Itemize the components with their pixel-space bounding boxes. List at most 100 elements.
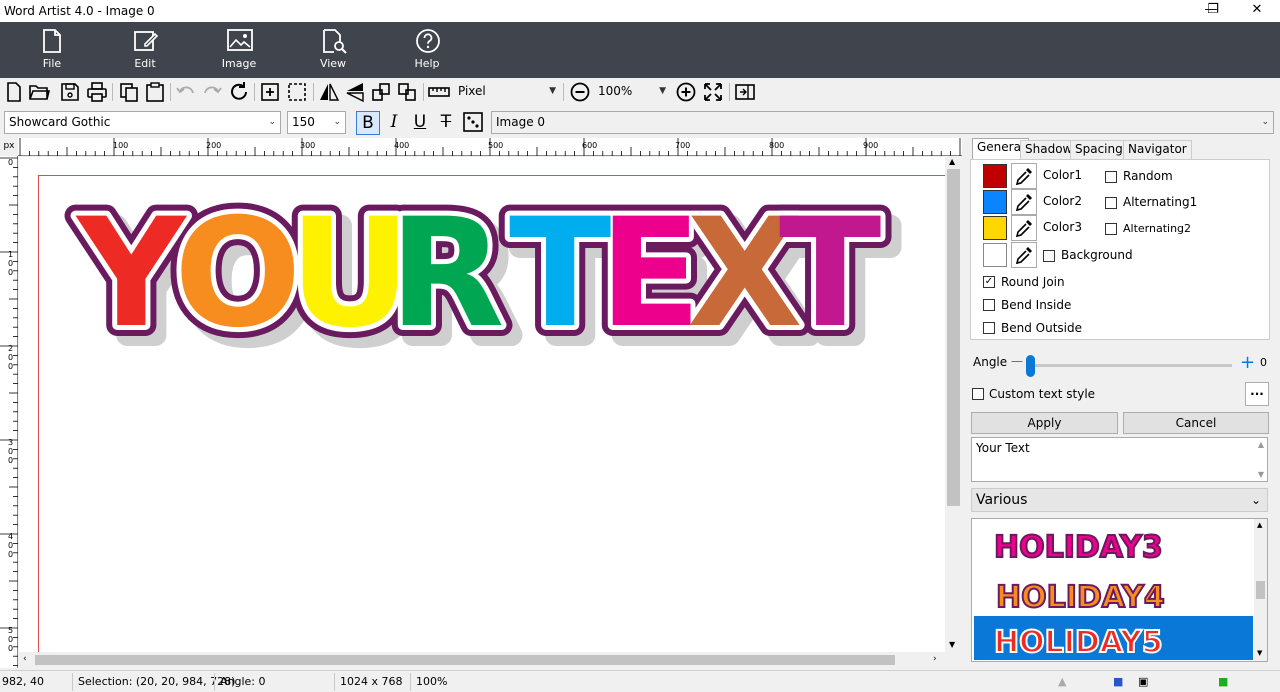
close-button[interactable]: ✕ (1234, 0, 1280, 22)
color3-swatch[interactable] (983, 216, 1007, 240)
color2-picker-button[interactable] (1011, 189, 1037, 215)
style-item-holiday5[interactable]: HOLIDAY5 (974, 616, 1253, 661)
style-list[interactable]: HOLIDAY3 HOLIDAY4 HOLIDAY5 ▲ ▼ (971, 518, 1268, 662)
new-button[interactable] (3, 81, 25, 103)
zoom-out-button[interactable] (569, 81, 591, 103)
background-checkbox[interactable] (1043, 250, 1055, 262)
angle-slider-thumb[interactable] (1026, 355, 1035, 377)
unit-value: Pixel (458, 84, 486, 98)
print-button[interactable] (86, 81, 108, 103)
cancel-button[interactable]: Cancel (1123, 412, 1269, 434)
style-list-thumb[interactable] (1256, 581, 1265, 599)
font-size-select[interactable]: 150 ⌄ (287, 111, 346, 134)
scroll-up-icon[interactable]: ▲ (1257, 521, 1262, 529)
tab-spacing[interactable]: Spacing (1070, 140, 1128, 159)
ribbon-edit-button[interactable]: Edit (110, 22, 180, 78)
color1-swatch[interactable] (983, 164, 1007, 188)
scroll-right-icon[interactable]: › (933, 654, 937, 664)
printer-icon (87, 82, 107, 102)
text-input[interactable]: Your Text ▲ ▼ (971, 437, 1268, 482)
selection-icon (288, 83, 306, 101)
style-item-holiday3[interactable]: HOLIDAY3 (974, 521, 1253, 566)
unit-select[interactable]: Pixel ▼ (454, 81, 560, 103)
style-category-select[interactable]: Various ⌄ (971, 488, 1268, 512)
undo-icon (176, 86, 194, 94)
more-options-button[interactable]: ... (1245, 382, 1269, 406)
ruler-ticks (0, 157, 18, 667)
window-title: Word Artist 4.0 - Image 0 (4, 4, 155, 18)
arrange-button[interactable] (370, 81, 392, 103)
image-select[interactable]: Image 0 ⌄ (491, 111, 1274, 134)
view-icon (323, 29, 347, 54)
align-button[interactable] (396, 81, 418, 103)
horizontal-scroll-thumb[interactable] (35, 655, 895, 665)
redo-button[interactable] (201, 81, 223, 103)
scroll-up-icon[interactable]: ▲ (949, 157, 955, 166)
flip-vertical-button[interactable] (344, 81, 366, 103)
zoom-in-button[interactable] (675, 81, 697, 103)
background-swatch[interactable] (983, 243, 1007, 267)
round-join-checkbox[interactable]: ✓ (983, 276, 995, 288)
random-label: Random (1123, 169, 1173, 183)
alternating2-checkbox[interactable] (1105, 223, 1117, 235)
preview-button[interactable] (734, 81, 756, 103)
bend-outside-checkbox[interactable] (983, 322, 995, 334)
drawing-canvas[interactable]: YOURTEXTYOURTEXTYOURTEXTYOURTEXT (19, 157, 945, 652)
image-icon (227, 29, 253, 51)
angle-decrease-button[interactable]: — (1011, 354, 1023, 368)
add-frame-button[interactable] (259, 81, 281, 103)
style-item-holiday4[interactable]: HOLIDAY4 (974, 571, 1253, 616)
scroll-left-icon[interactable]: ‹ (23, 654, 27, 664)
word-art[interactable]: YOUR TEXTYOUR TEXTYOUR TEXTYOUR TEXT (19, 157, 945, 652)
tab-shadow[interactable]: Shadow (1020, 140, 1078, 159)
tab-navigator[interactable]: Navigator (1123, 140, 1192, 159)
select-button[interactable] (286, 81, 308, 103)
angle-slider-track[interactable] (1028, 364, 1232, 367)
vertical-scrollbar[interactable]: ▲ ▼ (945, 157, 962, 652)
color2-swatch[interactable] (983, 190, 1007, 214)
strikethrough-button[interactable]: T (434, 111, 458, 135)
open-button[interactable] (28, 81, 51, 103)
apply-button[interactable]: Apply (971, 412, 1118, 434)
dice-button[interactable] (461, 111, 485, 135)
fit-button[interactable] (702, 81, 724, 103)
scroll-up-icon[interactable]: ▲ (1258, 440, 1264, 449)
italic-button[interactable]: I (382, 111, 406, 135)
refresh-button[interactable] (228, 81, 250, 103)
color3-picker-button[interactable] (1011, 215, 1037, 241)
scroll-down-icon[interactable]: ▼ (949, 640, 955, 649)
chevron-down-icon: ▼ (549, 86, 556, 96)
vertical-scroll-thumb[interactable] (947, 169, 960, 506)
ruler-label: 500 (8, 626, 14, 653)
background-picker-button[interactable] (1011, 242, 1037, 268)
bend-inside-checkbox[interactable] (983, 299, 995, 311)
style-list-scrollbar[interactable]: ▲ ▼ (1254, 519, 1267, 661)
ribbon: File Edit Image View Help (0, 22, 1280, 78)
ribbon-view-button[interactable]: View (298, 22, 368, 78)
ribbon-label: Image (221, 57, 257, 70)
angle-increase-button[interactable]: + (1240, 354, 1255, 372)
scroll-down-icon[interactable]: ▼ (1258, 470, 1264, 479)
ruler-button[interactable] (428, 81, 450, 103)
ribbon-help-button[interactable]: Help (392, 22, 462, 78)
underline-button[interactable]: U (408, 111, 432, 135)
ribbon-file-button[interactable]: File (17, 22, 87, 78)
paste-button[interactable] (144, 81, 166, 103)
font-family-select[interactable]: Showcard Gothic ⌄ (4, 111, 281, 134)
flip-horizontal-button[interactable] (318, 81, 340, 103)
maximize-button[interactable]: ❐ (1190, 0, 1236, 22)
custom-text-style-checkbox[interactable] (972, 388, 984, 400)
selection-info: Selection: (20, 20, 984, 728) (78, 675, 236, 688)
horizontal-scrollbar[interactable]: ‹ › (19, 652, 945, 668)
color1-picker-button[interactable] (1011, 163, 1037, 189)
save-button[interactable] (59, 81, 81, 103)
ribbon-image-button[interactable]: Image (204, 22, 274, 78)
zoom-select[interactable]: 100% ▼ (594, 81, 670, 103)
bold-button[interactable]: B (356, 111, 380, 135)
random-checkbox[interactable] (1105, 171, 1117, 183)
alternating1-checkbox[interactable] (1105, 197, 1117, 209)
undo-button[interactable] (175, 81, 197, 103)
image-select-value: Image 0 (496, 115, 546, 129)
copy-button[interactable] (118, 81, 140, 103)
scroll-down-icon[interactable]: ▼ (1257, 649, 1262, 657)
